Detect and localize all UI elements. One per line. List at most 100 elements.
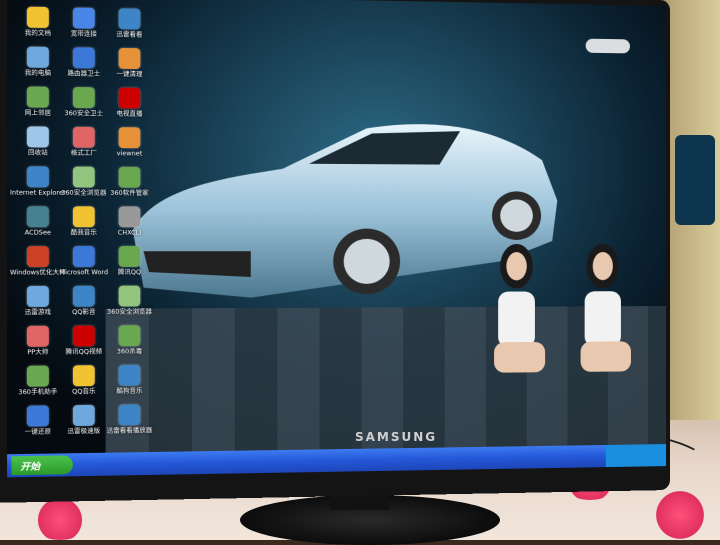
desktop-icon-label: 我的电脑 <box>24 69 52 78</box>
desktop-icon[interactable]: 360手机助手 <box>11 365 64 396</box>
desktop-icon-label: QQ音乐 <box>72 388 96 396</box>
desktop-icon-label: 360手机助手 <box>18 388 58 397</box>
desktop-icon[interactable]: 我的电脑 <box>11 46 64 77</box>
desktop-icon[interactable]: 360安全浏览器 <box>58 166 110 197</box>
desktop-icon-label: 回收站 <box>27 149 48 157</box>
app-icon <box>26 86 49 108</box>
desktop-icon-label: 迅雷极速版 <box>67 427 101 436</box>
desktop-icon-label: 360安全卫士 <box>64 109 104 118</box>
desktop-icon[interactable]: 腾讯QQ视频 <box>58 325 110 356</box>
app-icon <box>118 166 141 188</box>
desktop-icon-label: 电视直播 <box>116 110 143 118</box>
app-icon <box>72 86 95 109</box>
app-icon <box>26 405 49 427</box>
system-tray[interactable] <box>605 444 667 468</box>
app-icon <box>118 206 141 228</box>
desktop-icon-label: 路由器卫士 <box>67 70 101 78</box>
desktop-icon[interactable]: 360杀毒 <box>103 325 155 356</box>
desktop-icon[interactable]: PP大师 <box>11 325 64 357</box>
app-icon <box>26 285 49 307</box>
desktop-icon[interactable]: 我的文档 <box>11 6 64 37</box>
desktop-icon[interactable]: 迅雷看看 <box>103 8 155 39</box>
app-icon <box>72 126 95 148</box>
desktop-icon[interactable]: 360软件管家 <box>103 166 155 198</box>
start-button[interactable]: 开始 <box>11 455 73 476</box>
app-icon <box>118 8 141 30</box>
app-icon <box>72 365 95 387</box>
desktop-icon-label: 360软件管家 <box>110 189 149 198</box>
app-icon <box>118 47 141 70</box>
desktop-icon[interactable]: QQ影音 <box>58 285 110 317</box>
desktop-icon[interactable]: 路由器卫士 <box>58 47 110 78</box>
360-float-widget[interactable] <box>585 38 630 54</box>
desktop-icon-label: 宽带连接 <box>70 30 97 39</box>
desktop-icon-label: 迅雷看看播放器 <box>106 427 153 435</box>
desktop-icon[interactable]: Windows优化大师 <box>10 246 66 277</box>
desktop-icon[interactable]: 迅雷看看播放器 <box>103 404 155 435</box>
app-icon <box>26 166 49 188</box>
desktop-icon-label: CHXCLI <box>117 229 142 237</box>
app-icon <box>72 166 95 188</box>
desktop-icon[interactable]: 网上邻居 <box>11 86 64 117</box>
app-icon <box>118 246 141 267</box>
app-icon <box>118 325 141 347</box>
app-icon <box>72 325 95 347</box>
desktop-icon[interactable]: 迅雷极速版 <box>58 404 110 436</box>
app-icon <box>72 246 95 267</box>
desktop-icon-label: 迅雷看看 <box>116 31 143 39</box>
app-icon <box>72 404 95 427</box>
woman-image-left <box>494 243 546 373</box>
desktop-icon-label: 酷我音乐 <box>70 229 97 237</box>
desktop-icon[interactable]: 一键清理 <box>103 47 155 79</box>
desktop-icon[interactable]: QQ音乐 <box>58 365 110 396</box>
desktop-icon[interactable]: 迅雷游戏 <box>11 285 64 317</box>
app-icon <box>26 126 49 148</box>
app-icon <box>26 46 49 68</box>
app-icon <box>72 206 95 228</box>
desktop-icon[interactable]: 电视直播 <box>103 87 155 118</box>
desktop-icon-label: 网上邻居 <box>24 109 52 118</box>
app-icon <box>26 246 49 268</box>
app-icon <box>26 325 49 347</box>
desktop-icon-label: 腾讯QQ <box>117 268 142 277</box>
monitor: 我的文档 宽带连接 迅雷看看我的电脑 路由器卫士 一键清理网上邻居 360安全卫士 电视直播… <box>0 0 671 504</box>
desktop-icon[interactable]: Microsoft Word <box>58 246 110 276</box>
desktop-icon-label: 酷狗音乐 <box>116 387 143 396</box>
desktop-icon-label: 一键还原 <box>24 428 52 437</box>
desktop-icon[interactable]: 一键还原 <box>11 405 64 436</box>
desktop-icon[interactable]: 360安全浏览器 <box>103 285 155 316</box>
desktop-icon[interactable]: CHXCLI <box>103 206 155 237</box>
app-icon <box>118 364 141 386</box>
desktop-icon-label: 格式工厂 <box>70 149 97 158</box>
desktop-icon[interactable]: Internet Explorer <box>10 166 66 197</box>
phone-charger <box>675 135 715 225</box>
desktop-icon-label: QQ影音 <box>72 308 96 317</box>
desktop-icon-label: viewnet <box>116 150 143 158</box>
app-icon <box>118 127 141 149</box>
desktop-icon[interactable]: 格式工厂 <box>58 126 110 158</box>
desktop-icon-label: 360杀毒 <box>116 348 143 356</box>
desktop-icon[interactable]: ACDSee <box>11 206 64 237</box>
desktop-icon[interactable]: 回收站 <box>11 126 64 157</box>
desktop-icon[interactable]: 宽带连接 <box>58 7 110 38</box>
app-icon <box>26 6 49 29</box>
desktop-icon-label: 360安全浏览器 <box>106 308 152 316</box>
app-icon <box>26 365 49 387</box>
monitor-brand-logo: SAMSUNG <box>355 430 438 444</box>
desktop-icon-label: PP大师 <box>27 348 49 357</box>
app-icon <box>72 47 95 69</box>
desktop-icon[interactable]: 360安全卫士 <box>58 86 110 118</box>
app-icon <box>26 206 49 228</box>
start-label: 开始 <box>20 461 41 473</box>
desktop-icon[interactable]: 酷我音乐 <box>58 206 110 237</box>
app-icon <box>72 7 95 29</box>
app-icon <box>72 285 95 307</box>
screen: 我的文档 宽带连接 迅雷看看我的电脑 路由器卫士 一键清理网上邻居 360安全卫士 电视直播… <box>7 0 667 478</box>
desktop-icon[interactable]: 酷狗音乐 <box>103 364 155 396</box>
desktop-icon[interactable]: 腾讯QQ <box>103 246 155 276</box>
desktop-icon[interactable]: viewnet <box>103 127 155 158</box>
desktop-icon-label: 360安全浏览器 <box>61 189 107 197</box>
app-icon <box>118 285 141 307</box>
app-icon <box>118 87 141 109</box>
woman-image-right <box>580 243 631 372</box>
